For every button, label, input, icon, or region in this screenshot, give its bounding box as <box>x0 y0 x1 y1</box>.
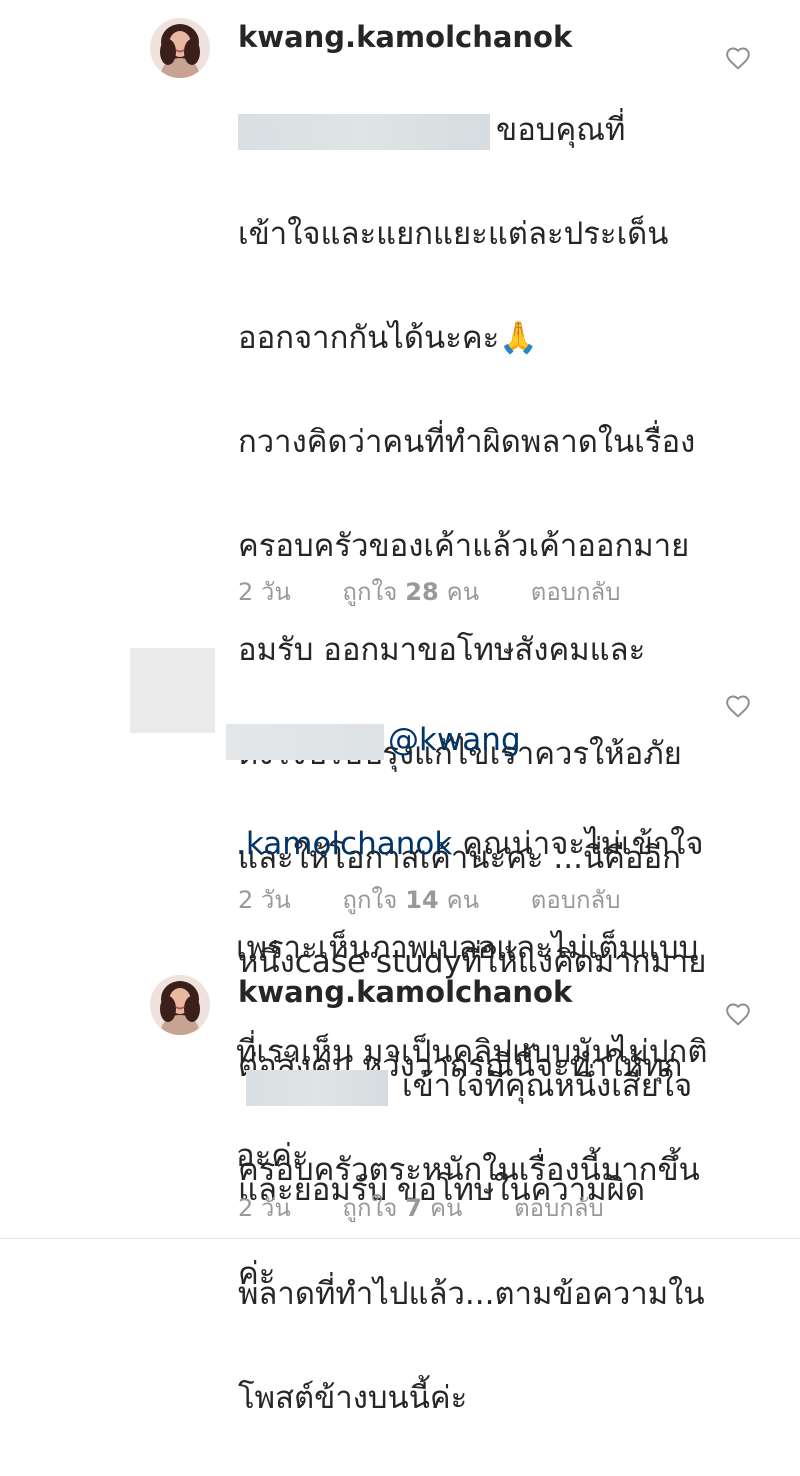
comment-line: พลาดที่ทำไปแล้ว...ตามข้อความใน <box>238 1276 705 1312</box>
likes-number: 7 <box>405 1194 422 1222</box>
comment-line: กวางคิดว่าคนที่ทำผิดพลาดในเรื่อง <box>238 424 696 460</box>
redacted-avatar[interactable] <box>130 648 215 733</box>
like-count-button[interactable]: ถูกใจ 28 คน <box>342 577 479 607</box>
comment-time: 2 วัน <box>238 886 291 914</box>
avatar[interactable] <box>150 975 210 1035</box>
profile-photo-icon <box>150 975 210 1035</box>
likes-number: 14 <box>405 886 439 914</box>
reply-button[interactable]: ตอบกลับ <box>531 885 621 915</box>
redacted-username <box>226 723 384 760</box>
comment-line: ครอบครัวของเค้าแล้วเค้าออกมาย <box>238 528 690 564</box>
comment-time: 2 วัน <box>238 578 291 606</box>
like-count-button[interactable]: ถูกใจ 7 คน <box>342 1193 462 1223</box>
comment-line: โพสต์ข้างบนนี้ค่ะ <box>238 1380 468 1416</box>
likes-label: ถูกใจ <box>342 578 398 606</box>
comment-meta: 2 วัน ถูกใจ 28 คน ตอบกลับ <box>238 577 665 607</box>
reply-button[interactable]: ตอบกลับ <box>531 577 621 607</box>
comment-line-text: เข้าใจที่คุณหนึ่งเสียใจ <box>402 1068 693 1104</box>
comment-line-text: คุณน่าจะไม่เข้าใจ <box>462 826 704 862</box>
comment-time: 2 วัน <box>238 1194 291 1222</box>
likes-label: ถูกใจ <box>342 886 398 914</box>
comment-username[interactable]: kwang.kamolchanok <box>238 974 572 1010</box>
heart-outline-icon[interactable] <box>725 46 751 70</box>
reply-button[interactable]: ตอบกลับ <box>514 1193 604 1223</box>
comment-line: เข้าใจและแยกแยะแต่ละประเด็น <box>238 216 669 252</box>
profile-photo-icon <box>150 18 210 78</box>
redacted-mention <box>246 1069 388 1106</box>
divider <box>0 1238 800 1239</box>
avatar[interactable] <box>150 18 210 78</box>
heart-outline-icon[interactable] <box>725 1002 751 1026</box>
likes-unit: คน <box>446 578 480 606</box>
mention-link[interactable]: .kamolchanok <box>236 826 452 862</box>
comment-3: kwang.kamolchanok เข้าใจที่คุณหนึ่งเสียใ… <box>0 960 800 1416</box>
comment-line: ขอบคุณที่ <box>238 104 708 156</box>
comment-meta: 2 วัน ถูกใจ 14 คน ตอบกลับ <box>238 885 665 915</box>
likes-unit: คน <box>446 886 480 914</box>
likes-number: 28 <box>405 578 439 606</box>
comment-line-text: ขอบคุณที่ <box>496 112 626 148</box>
comment-line: ออกจากกันได้นะคะ🙏 <box>238 320 538 356</box>
heart-outline-icon[interactable] <box>725 694 751 718</box>
comment-line: @kwang <box>226 714 746 766</box>
comment-meta: 2 วัน ถูกใจ 7 คน ตอบกลับ <box>238 1193 648 1223</box>
like-count-button[interactable]: ถูกใจ 14 คน <box>342 885 479 915</box>
likes-unit: คน <box>429 1194 463 1222</box>
mention-link[interactable]: @kwang <box>388 722 521 758</box>
comment-2: @kwang .kamolchanok คุณน่าจะไม่เข้าใจ เพ… <box>0 640 800 1174</box>
comment-line: .kamolchanok คุณน่าจะไม่เข้าใจ <box>236 818 746 870</box>
comment-line: เข้าใจที่คุณหนึ่งเสียใจ <box>238 1060 708 1112</box>
comment-username[interactable]: kwang.kamolchanok <box>238 19 572 55</box>
redacted-mention <box>238 113 490 150</box>
comment-1: kwang.kamolchanok ขอบคุณที่ เข้าใจและแยก… <box>0 0 800 1292</box>
likes-label: ถูกใจ <box>342 1194 398 1222</box>
comment-text: เข้าใจที่คุณหนึ่งเสียใจ และยอมรับ ขอโทษใ… <box>238 1008 708 1476</box>
